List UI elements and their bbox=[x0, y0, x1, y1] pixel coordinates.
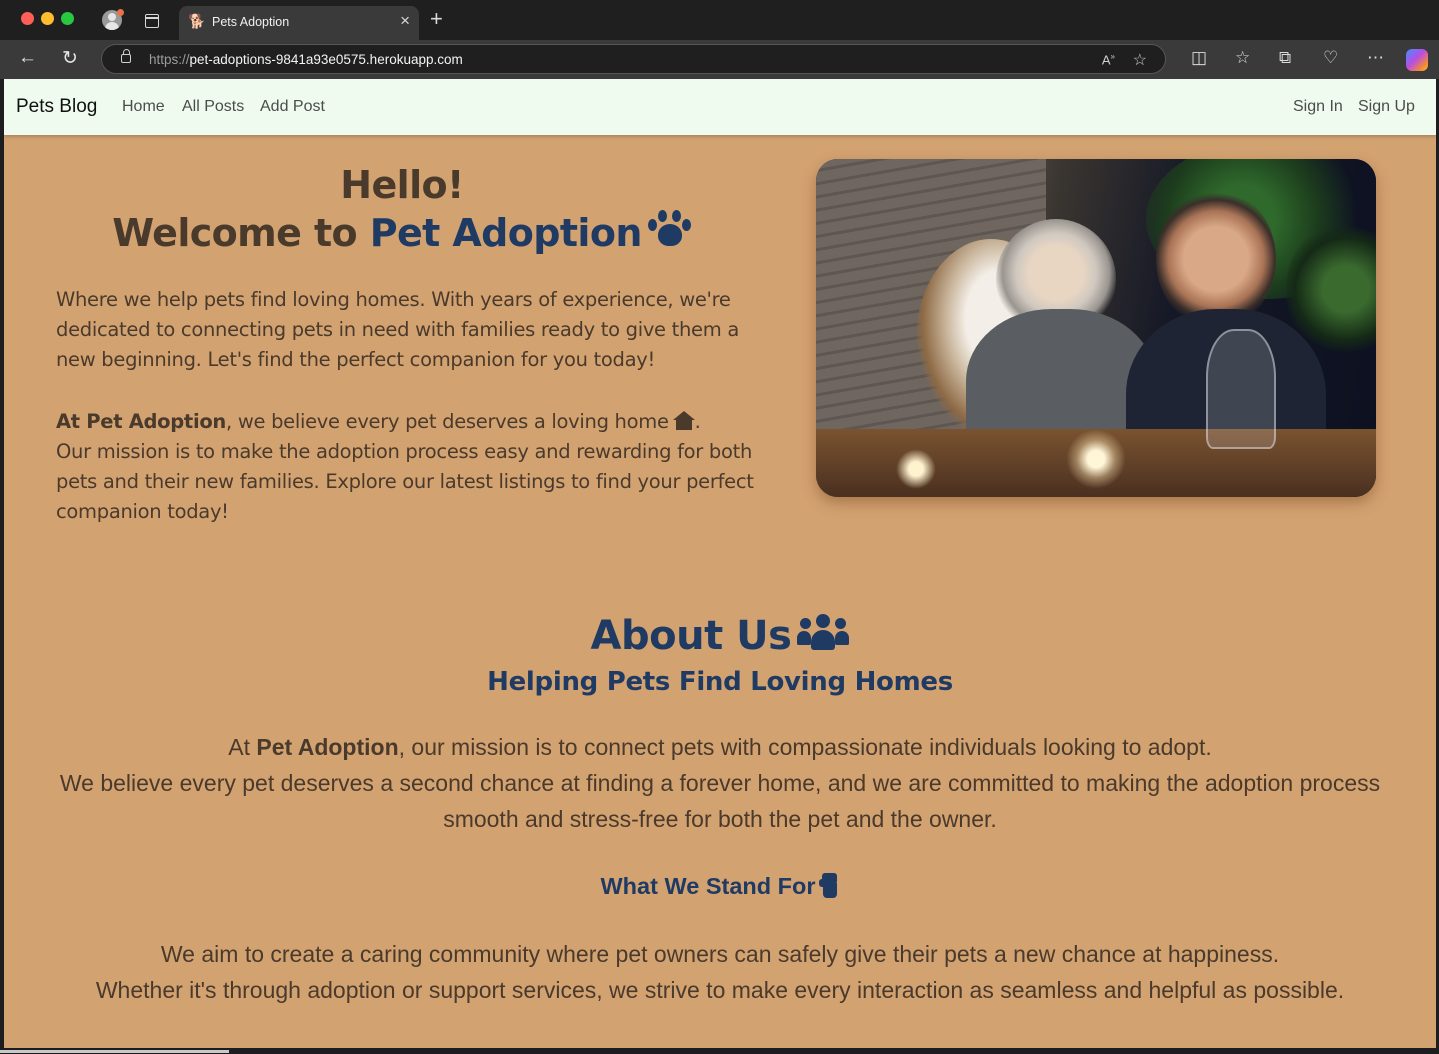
stand-for-line-2: Whether it's through adoption or support… bbox=[95, 977, 1345, 1003]
navbar-brand[interactable]: Pets Blog bbox=[16, 96, 97, 118]
url-host: pet-adoptions-9841a93e0575.herokuapp.com bbox=[189, 52, 463, 67]
nav-link-all-posts[interactable]: All Posts bbox=[182, 98, 244, 116]
house-icon bbox=[672, 411, 695, 430]
about-heading: About Us bbox=[4, 611, 1436, 661]
page-viewport: Pets Blog Home All Posts Add Post Sign I… bbox=[4, 79, 1436, 1048]
site-navbar: Pets Blog Home All Posts Add Post Sign I… bbox=[4, 79, 1436, 135]
back-icon[interactable]: ← bbox=[18, 47, 37, 69]
users-icon bbox=[797, 612, 850, 652]
nav-link-add-post[interactable]: Add Post bbox=[260, 98, 325, 116]
hero-belief-end: . bbox=[694, 410, 701, 433]
more-icon[interactable]: ⋯ bbox=[1367, 48, 1384, 68]
reload-icon[interactable]: ↻ bbox=[62, 47, 78, 70]
about-section: About Us Helping Pets Find Loving Homes … bbox=[4, 611, 1436, 1008]
hero-welcome-line: Welcome to Pet Adoption bbox=[52, 209, 752, 257]
stand-for-body: We aim to create a caring community wher… bbox=[4, 936, 1436, 1008]
about-line-2: We believe every pet deserves a second c… bbox=[59, 770, 1381, 832]
stand-for-line-1: We aim to create a caring community wher… bbox=[160, 941, 1280, 967]
fist-raised-icon bbox=[819, 873, 839, 898]
about-title-text: About Us bbox=[590, 613, 792, 659]
hero-belief-text: , we believe every pet deserves a loving… bbox=[226, 410, 669, 433]
about-subtitle: Helping Pets Find Loving Homes bbox=[487, 667, 953, 697]
about-line-1: At Pet Adoption, our mission is to conne… bbox=[4, 729, 1436, 765]
browser-tab[interactable]: 🐕 Pets Adoption × bbox=[179, 6, 419, 40]
favorite-star-icon[interactable]: ☆ bbox=[1133, 50, 1147, 70]
about-body: At Pet Adoption, our mission is to conne… bbox=[4, 729, 1436, 837]
read-aloud-icon[interactable]: A» bbox=[1102, 52, 1115, 67]
favorites-icon[interactable]: ☆ bbox=[1235, 48, 1250, 68]
url-text[interactable]: https://pet-adoptions-9841a93e0575.herok… bbox=[149, 52, 463, 67]
tab-title: Pets Adoption bbox=[212, 15, 290, 29]
split-screen-icon[interactable]: ◫ bbox=[1191, 48, 1207, 68]
performance-icon[interactable]: ♡ bbox=[1323, 48, 1338, 68]
address-bar[interactable]: https://pet-adoptions-9841a93e0575.herok… bbox=[101, 44, 1166, 74]
dog-favicon-icon: 🐕 bbox=[188, 13, 206, 29]
collections-icon[interactable]: ⧉ bbox=[1279, 48, 1291, 68]
stand-for-title: What We Stand For bbox=[600, 873, 816, 899]
minimize-window-button[interactable] bbox=[41, 12, 54, 25]
browser-tab-bar: 🐕 Pets Adoption × + bbox=[0, 0, 1439, 40]
hero-mission: At Pet Adoption, we believe every pet de… bbox=[56, 407, 756, 527]
about-line-1-brand: Pet Adoption bbox=[256, 734, 399, 760]
new-tab-icon[interactable]: + bbox=[430, 6, 443, 32]
hero-heading: Hello! Welcome to Pet Adoption bbox=[52, 161, 752, 257]
window-bottom-edge bbox=[0, 1048, 1439, 1054]
nav-link-sign-in[interactable]: Sign In bbox=[1293, 98, 1343, 116]
nav-link-sign-up[interactable]: Sign Up bbox=[1358, 98, 1415, 116]
hero-intro: Where we help pets find loving homes. Wi… bbox=[56, 288, 739, 371]
address-toolbar: ← ↻ https://pet-adoptions-9841a93e0575.h… bbox=[0, 40, 1439, 79]
paw-icon bbox=[647, 210, 692, 250]
close-window-button[interactable] bbox=[21, 12, 34, 25]
hero-photo-couple-with-dog bbox=[816, 159, 1376, 497]
hero-brand-name: Pet Adoption bbox=[369, 211, 643, 255]
profile-notification-dot bbox=[117, 9, 124, 16]
lock-icon[interactable] bbox=[121, 49, 131, 63]
tab-close-icon[interactable]: × bbox=[400, 11, 410, 31]
copilot-icon[interactable] bbox=[1406, 49, 1428, 71]
stand-for-heading: What We Stand For bbox=[4, 873, 1436, 900]
tab-actions-icon[interactable] bbox=[145, 14, 159, 28]
hero-mission-text: Our mission is to make the adoption proc… bbox=[56, 440, 754, 523]
hero-welcome-prefix: Welcome to bbox=[112, 211, 358, 255]
about-line-1-suffix: , our mission is to connect pets with co… bbox=[398, 734, 1212, 760]
url-protocol: https:// bbox=[149, 52, 190, 67]
hero-belief-brand: At Pet Adoption bbox=[56, 410, 227, 433]
hero-greeting: Hello! bbox=[340, 163, 464, 207]
nav-link-home[interactable]: Home bbox=[122, 98, 165, 116]
about-line-1-prefix: At bbox=[228, 734, 257, 760]
maximize-window-button[interactable] bbox=[61, 12, 74, 25]
